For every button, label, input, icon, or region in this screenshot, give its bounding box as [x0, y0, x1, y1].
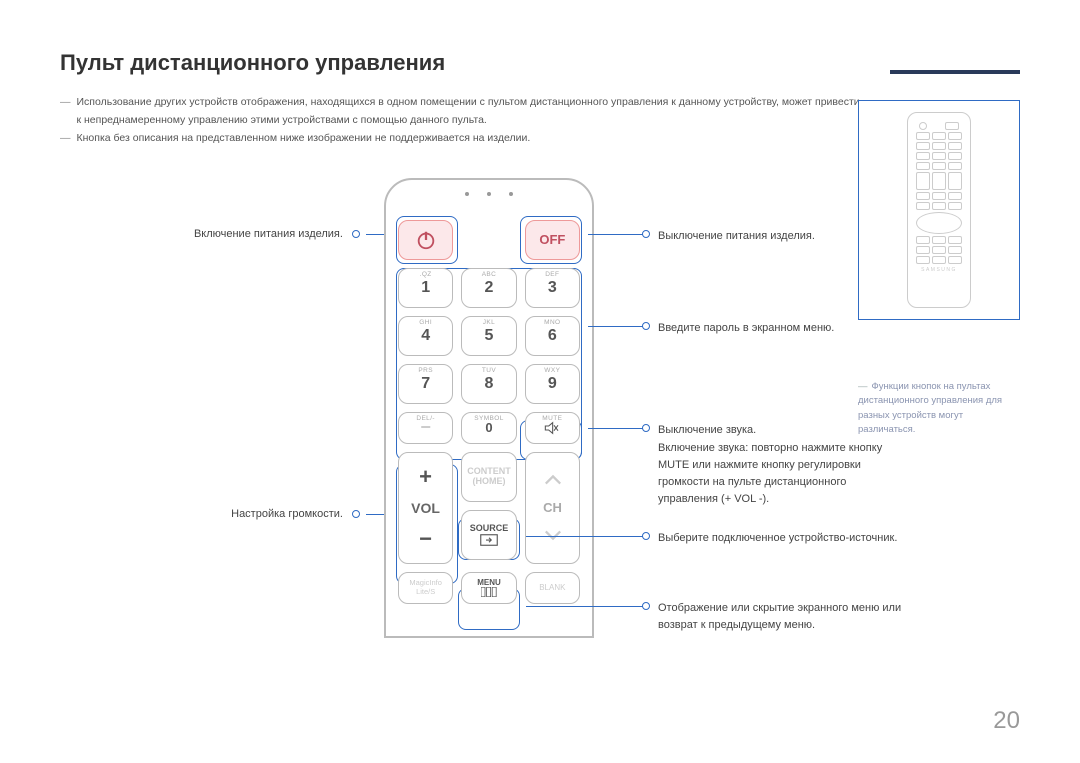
header-accent-rule — [890, 70, 1020, 74]
page: Пульт дистанционного управления ―Использ… — [0, 0, 1080, 763]
label-power-on: Включение питания изделия. — [194, 228, 343, 240]
note-text: Использование других устройств отображен… — [77, 94, 861, 130]
callout-line — [526, 606, 644, 607]
remote-illustration: OFF .QZ1ABC2DEF3 GHI4JKL5MNO6 PRS7TUV8WX… — [384, 178, 594, 638]
label-mute: Выключение звука. — [658, 422, 756, 439]
label-volume: Настройка громкости. — [231, 508, 343, 520]
menu-icon — [481, 587, 497, 597]
label-menu: Отображение или скрытие экранного меню и… — [658, 600, 918, 634]
remote-body: OFF .QZ1ABC2DEF3 GHI4JKL5MNO6 PRS7TUV8WX… — [384, 178, 594, 638]
callout-dot-icon — [642, 532, 650, 540]
side-note: ―Функции кнопок на пультах дистанционног… — [858, 380, 1020, 437]
blank-button[interactable]: BLANK — [525, 572, 580, 604]
callout-dot-icon — [642, 322, 650, 330]
chevron-up-icon — [544, 474, 562, 486]
row-power: OFF — [398, 220, 580, 260]
remote-thumbnail: SAMSUNG — [907, 112, 971, 308]
ir-dots-icon — [465, 192, 513, 196]
key-6[interactable]: MNO6 — [525, 316, 580, 356]
callout-dot-icon — [352, 230, 360, 238]
dash-icon: ― — [60, 94, 71, 130]
key-3[interactable]: DEF3 — [525, 268, 580, 308]
note-text: Кнопка без описания на представленном ни… — [77, 130, 531, 148]
source-icon — [480, 534, 498, 546]
callout-dot-icon — [642, 602, 650, 610]
volume-rocker[interactable]: + VOL − — [398, 452, 453, 564]
content-home-button[interactable]: CONTENT(HOME) — [461, 452, 517, 502]
callout-dot-icon — [352, 510, 360, 518]
callout-line — [588, 234, 644, 235]
channel-rocker[interactable]: CH — [525, 452, 580, 564]
key-1[interactable]: .QZ1 — [398, 268, 453, 308]
key-7[interactable]: PRS7 — [398, 364, 453, 404]
power-button[interactable] — [398, 220, 453, 260]
off-button[interactable]: OFF — [525, 220, 580, 260]
page-number: 20 — [993, 707, 1020, 735]
callout-line — [526, 536, 644, 537]
key-5[interactable]: JKL5 — [461, 316, 516, 356]
plus-icon: + — [419, 464, 432, 490]
key-2[interactable]: ABC2 — [461, 268, 516, 308]
key-8[interactable]: TUV8 — [461, 364, 516, 404]
label-source: Выберите подключенное устройство-источни… — [658, 530, 898, 547]
callout-line — [588, 428, 644, 429]
dash-icon: ― — [60, 130, 71, 148]
minus-icon: − — [419, 526, 432, 552]
label-power-off: Выключение питания изделия. — [658, 228, 815, 245]
mute-icon — [544, 421, 560, 435]
key-del[interactable]: DEL/-− — [398, 412, 453, 444]
callout-dot-icon — [642, 424, 650, 432]
key-9[interactable]: WXY9 — [525, 364, 580, 404]
key-0[interactable]: SYMBOL0 — [461, 412, 516, 444]
menu-button[interactable]: MENU — [461, 572, 516, 604]
source-button[interactable]: SOURCE — [461, 510, 517, 560]
power-icon — [415, 229, 437, 251]
key-mute[interactable]: MUTE — [525, 412, 580, 444]
page-title: Пульт дистанционного управления — [60, 50, 1020, 76]
dash-icon: ― — [858, 381, 868, 392]
callout-line — [588, 326, 644, 327]
label-mute-detail: Включение звука: повторно нажмите кнопку… — [658, 440, 908, 508]
callout-dot-icon — [642, 230, 650, 238]
intro-notes: ―Использование других устройств отображе… — [60, 94, 860, 148]
label-keypad: Введите пароль в экранном меню. — [658, 320, 834, 337]
remote-thumbnail-frame: SAMSUNG — [858, 100, 1020, 320]
brand-label: SAMSUNG — [912, 267, 966, 273]
key-4[interactable]: GHI4 — [398, 316, 453, 356]
magicinfo-button[interactable]: MagicInfoLite/S — [398, 572, 453, 604]
